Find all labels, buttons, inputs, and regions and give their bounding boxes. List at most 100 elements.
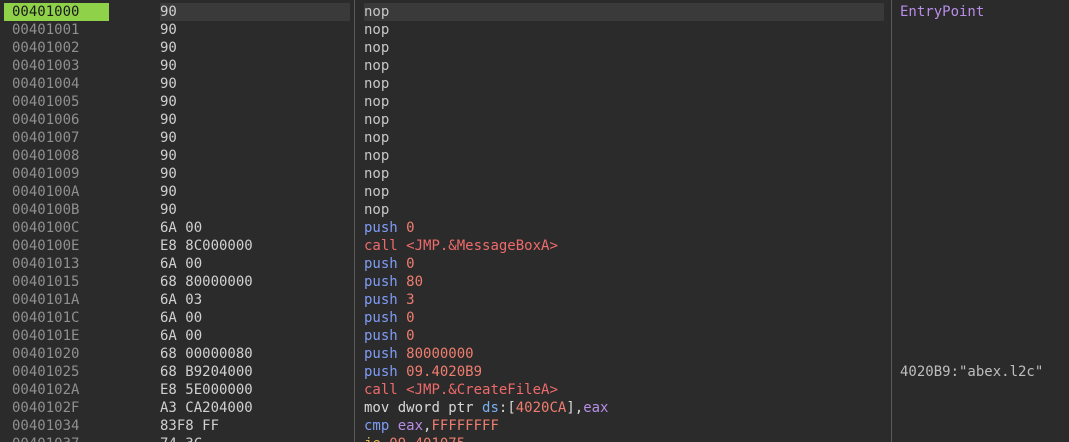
address-cell[interactable]: 00401013 — [4, 255, 109, 273]
disasm-row[interactable]: 00401000 90 nop EntryPoint — [0, 3, 1069, 21]
bytes-cell: 68 80000000 — [160, 274, 253, 290]
comment-cell: 4020B9:"abex.l2c" — [900, 364, 1044, 380]
disasm-row[interactable]: 0040102A E8 5E000000 call <JMP.&CreateFile… — [0, 381, 1069, 399]
address-cell[interactable]: 00401003 — [4, 57, 109, 75]
disasm-row[interactable]: 0040101C 6A 00 push 0 — [0, 309, 1069, 327]
instruction-cell: call <JMP.&MessageBoxA> — [364, 237, 884, 255]
disasm-row[interactable]: 00401006 90 nop — [0, 111, 1069, 129]
mnemonic: nop — [364, 166, 390, 182]
operand: 4020CA — [515, 400, 567, 416]
bytes-cell: 90 — [160, 3, 350, 21]
bytes-cell: 68 B9204000 — [160, 364, 253, 380]
mnemonic: nop — [364, 94, 390, 110]
disasm-row[interactable]: 00401003 90 nop — [0, 57, 1069, 75]
bytes-cell: 90 — [160, 202, 177, 218]
address-cell[interactable]: 00401007 — [4, 129, 109, 147]
address-cell[interactable]: 00401006 — [4, 111, 109, 129]
disasm-row[interactable]: 00401004 90 nop — [0, 75, 1069, 93]
mnemonic: push — [364, 274, 398, 290]
address-cell[interactable]: 00401020 — [4, 345, 109, 363]
disasm-row[interactable]: 0040102F A3 CA204000 mov dword ptr ds:[402… — [0, 399, 1069, 417]
address-cell[interactable]: 00401034 — [4, 417, 109, 435]
disasm-row[interactable]: 00401013 6A 00 push 0 — [0, 255, 1069, 273]
bytes-cell: 68 00000080 — [160, 346, 253, 362]
disasm-row[interactable]: 00401034 83F8 FF cmp eax,FFFFFFFF — [0, 417, 1069, 435]
address-cell[interactable]: 00401001 — [4, 21, 109, 39]
disasm-row[interactable]: 00401037 74 3C je 09.401075 ── — [0, 435, 1069, 442]
instruction-cell: nop — [364, 129, 884, 147]
mnemonic: nop — [364, 58, 390, 74]
operand: dword ptr — [397, 400, 483, 416]
instruction-cell: nop — [364, 75, 884, 93]
disasm-row[interactable]: 00401001 90 nop — [0, 21, 1069, 39]
disasm-row[interactable]: 0040100A 90 nop — [0, 183, 1069, 201]
address-cell[interactable]: 00401025 — [4, 363, 109, 381]
mnemonic: nop — [364, 130, 390, 146]
jump-arrow-icon: ── — [120, 435, 132, 442]
address-cell[interactable]: 0040101E — [4, 327, 109, 345]
operand: 0 — [406, 328, 415, 344]
bytes-cell: E8 5E000000 — [160, 382, 253, 398]
address-cell[interactable]: 0040100E — [4, 237, 109, 255]
address-cell[interactable]: 0040102F — [4, 399, 109, 417]
instruction-cell: nop — [364, 183, 884, 201]
address-cell[interactable]: 0040100C — [4, 219, 109, 237]
address-cell[interactable]: 00401015 — [4, 273, 109, 291]
instruction-cell: push 80000000 — [364, 345, 884, 363]
instruction-cell: push 0 — [364, 327, 884, 345]
address-cell[interactable]: 0040102A — [4, 381, 109, 399]
disasm-row[interactable]: 00401015 68 80000000 push 80 — [0, 273, 1069, 291]
disasm-row[interactable]: 0040100B 90 nop — [0, 201, 1069, 219]
instruction-cell: je 09.401075 — [364, 435, 884, 442]
disasm-row[interactable]: 0040100C 6A 00 push 0 — [0, 219, 1069, 237]
mnemonic: call — [364, 382, 398, 398]
instruction-cell: push 3 — [364, 291, 884, 309]
mnemonic: nop — [364, 40, 390, 56]
bytes-cell: 6A 00 — [160, 328, 203, 344]
mnemonic: push — [364, 220, 398, 236]
address-cell[interactable]: 0040100A — [4, 183, 109, 201]
instruction-cell: call <JMP.&CreateFileA> — [364, 381, 884, 399]
bytes-cell: 74 3C — [160, 435, 350, 442]
mnemonic: push — [364, 310, 398, 326]
mnemonic: cmp — [364, 418, 390, 434]
bytes-cell: 90 — [160, 166, 177, 182]
address-cell[interactable]: 00401009 — [4, 165, 109, 183]
disasm-row[interactable]: 00401008 90 nop — [0, 147, 1069, 165]
address-cell[interactable]: 0040100B — [4, 201, 109, 219]
bytes-cell: 6A 00 — [160, 310, 203, 326]
disasm-row[interactable]: 00401025 68 B9204000 push 09.4020B9 4020B9:… — [0, 363, 1069, 381]
operand: <JMP.&MessageBoxA> — [406, 238, 558, 254]
instruction-cell: nop — [364, 3, 884, 21]
disasm-row[interactable]: 00401007 90 nop — [0, 129, 1069, 147]
disasm-row[interactable]: 0040101A 6A 03 push 3 — [0, 291, 1069, 309]
address-cell[interactable]: 00401000 — [4, 3, 109, 21]
operand: 80000000 — [406, 346, 474, 362]
instruction-cell: nop — [364, 147, 884, 165]
disassembly-view[interactable]: 00401000 90 nop EntryPoint 00401001 90 nop 0040… — [0, 0, 1069, 442]
address-cell[interactable]: 0040101A — [4, 291, 109, 309]
operand: 0 — [406, 220, 415, 236]
disasm-row[interactable]: 0040100E E8 8C000000 call <JMP.&MessageBox… — [0, 237, 1069, 255]
address-cell[interactable]: 00401002 — [4, 39, 109, 57]
disasm-row[interactable]: 00401020 68 00000080 push 80000000 — [0, 345, 1069, 363]
address-cell[interactable]: 0040101C — [4, 309, 109, 327]
mnemonic: nop — [364, 76, 390, 92]
address-cell[interactable]: 00401004 — [4, 75, 109, 93]
address-cell[interactable]: 00401037 — [4, 435, 109, 442]
address-cell[interactable]: 00401005 — [4, 93, 109, 111]
disasm-row[interactable]: 0040101E 6A 00 push 0 — [0, 327, 1069, 345]
instruction-cell: push 0 — [364, 255, 884, 273]
instruction-cell: push 0 — [364, 309, 884, 327]
operand: 3 — [406, 292, 415, 308]
instruction-cell: cmp eax,FFFFFFFF — [364, 417, 884, 435]
address-cell[interactable]: 00401008 — [4, 147, 109, 165]
instruction-cell: nop — [364, 57, 884, 75]
operand: eax — [583, 400, 609, 416]
disasm-row[interactable]: 00401002 90 nop — [0, 39, 1069, 57]
operand: 80 — [406, 274, 424, 290]
mnemonic: push — [364, 256, 398, 272]
operand: FFFFFFFF — [431, 418, 499, 434]
disasm-row[interactable]: 00401009 90 nop — [0, 165, 1069, 183]
disasm-row[interactable]: 00401005 90 nop — [0, 93, 1069, 111]
